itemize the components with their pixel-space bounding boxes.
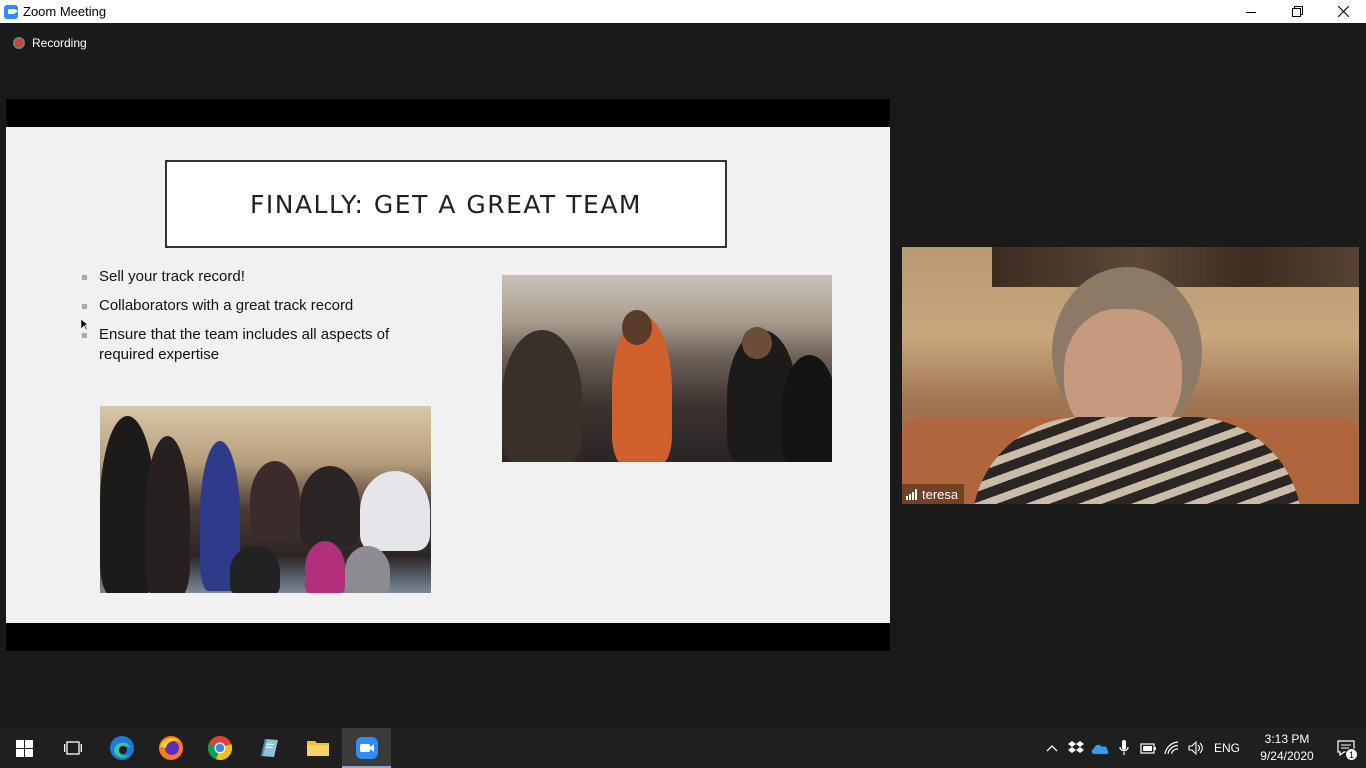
zoom-camera-icon — [4, 4, 18, 19]
wifi-tray[interactable] — [1160, 728, 1184, 768]
close-button[interactable] — [1320, 0, 1366, 23]
participant-video[interactable]: teresa — [902, 247, 1359, 504]
microphone-icon — [1119, 740, 1129, 755]
task-view-icon — [63, 741, 82, 755]
taskbar-firefox[interactable] — [146, 728, 195, 768]
presentation-slide: FINALLY: GET A GREAT TEAM Sell your trac… — [6, 127, 890, 623]
window-title: Zoom Meeting — [23, 4, 107, 19]
folder-icon — [306, 741, 329, 756]
start-button[interactable] — [0, 728, 48, 768]
minimize-icon — [1246, 11, 1256, 13]
participant-name: teresa — [922, 486, 959, 502]
taskbar-edge[interactable] — [97, 728, 146, 768]
taskbar-task-view[interactable] — [48, 728, 97, 768]
notification-count-badge: 1 — [1345, 748, 1358, 761]
wifi-icon — [1164, 741, 1179, 755]
taskbar-clock[interactable]: 3:13 PM 9/24/2020 — [1248, 731, 1326, 765]
title-bar: Zoom Meeting — [0, 0, 1366, 23]
minimize-button[interactable] — [1228, 0, 1274, 23]
recording-dot-icon — [13, 37, 25, 49]
action-center-button[interactable]: 1 — [1326, 728, 1366, 768]
taskbar: ENG 3:13 PM 9/24/2020 1 — [0, 728, 1366, 768]
restore-button[interactable] — [1274, 0, 1320, 23]
battery-tray[interactable] — [1136, 728, 1160, 768]
chevron-up-icon — [1046, 745, 1058, 752]
taskbar-notepad[interactable] — [244, 728, 293, 768]
zoom-icon — [355, 737, 378, 759]
clock-date: 9/24/2020 — [1260, 749, 1314, 763]
onedrive-tray[interactable] — [1088, 728, 1112, 768]
recording-label: Recording — [32, 36, 87, 50]
notepad-icon — [260, 739, 278, 757]
microphone-tray[interactable] — [1112, 728, 1136, 768]
slide-bullet-list: Sell your track record! Collaborators wi… — [82, 267, 402, 374]
close-icon — [1337, 6, 1349, 17]
shared-screen[interactable]: FINALLY: GET A GREAT TEAM Sell your trac… — [6, 99, 890, 651]
meeting-photo — [502, 275, 832, 462]
volume-tray[interactable] — [1184, 728, 1208, 768]
restore-icon — [1291, 6, 1303, 17]
system-tray: ENG 3:13 PM 9/24/2020 1 — [1040, 728, 1366, 768]
taskbar-file-explorer[interactable] — [293, 728, 342, 768]
participant-name-tag: teresa — [902, 484, 965, 504]
battery-plug-icon — [1140, 743, 1156, 754]
show-hidden-icons-button[interactable] — [1040, 728, 1064, 768]
windows-logo-icon — [15, 739, 33, 757]
slide-title: FINALLY: GET A GREAT TEAM — [249, 189, 642, 219]
slide-bullet: Ensure that the team includes all aspect… — [82, 325, 402, 365]
signal-strength-icon — [906, 488, 917, 500]
chrome-icon — [207, 736, 232, 761]
speaker-icon — [1188, 741, 1203, 755]
window-controls — [1228, 0, 1366, 23]
slide-title-box: FINALLY: GET A GREAT TEAM — [165, 160, 727, 248]
slide-bullet: Collaborators with a great track record — [82, 296, 402, 316]
slide-bullet: Sell your track record! — [82, 267, 402, 287]
group-photo — [100, 406, 431, 593]
dropbox-icon — [1067, 741, 1084, 753]
recording-indicator[interactable]: Recording — [13, 36, 87, 50]
firefox-icon — [158, 736, 183, 760]
dropbox-tray[interactable] — [1064, 728, 1088, 768]
input-language[interactable]: ENG — [1214, 741, 1240, 755]
onedrive-cloud-icon — [1091, 744, 1109, 754]
clock-time: 3:13 PM — [1264, 732, 1310, 746]
edge-icon — [109, 736, 134, 760]
mouse-cursor-icon — [81, 319, 89, 331]
taskbar-chrome[interactable] — [195, 728, 244, 768]
taskbar-zoom[interactable] — [342, 728, 391, 768]
